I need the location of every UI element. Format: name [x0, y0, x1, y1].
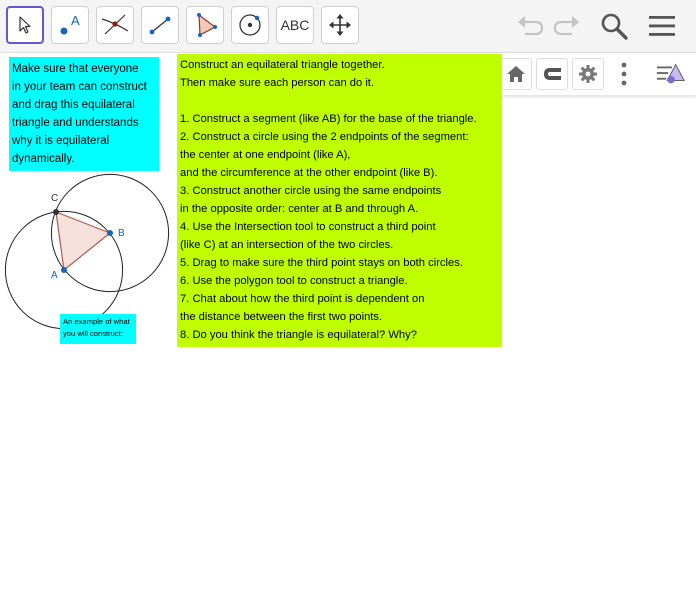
point-a[interactable]: [61, 267, 67, 273]
arrow-cursor-icon: [19, 16, 31, 34]
instruction-line: (like C) at an intersection of the two c…: [180, 239, 394, 251]
point-a-label: A: [51, 270, 58, 281]
team-note-line: why it is equilateral: [12, 135, 110, 147]
graphics-settings-button[interactable]: [572, 58, 604, 90]
instruction-line: 8. Do you think the triangle is equilate…: [180, 329, 417, 341]
toolbar: A ABC: [0, 0, 696, 53]
point-b-label: B: [118, 228, 125, 239]
instructions-text[interactable]: Construct an equilateral triangle togeth…: [177, 54, 502, 347]
undo-button[interactable]: [512, 8, 548, 44]
polygon-icon: [197, 13, 217, 37]
text-tool-button[interactable]: ABC: [276, 6, 314, 44]
intersect-tool-button[interactable]: [96, 6, 134, 44]
view-toggle-button[interactable]: [655, 58, 687, 90]
undo-icon: [518, 16, 544, 36]
gear-icon: [579, 65, 597, 83]
instruction-line: 1. Construct a segment (like AB) for the…: [180, 113, 477, 125]
more-options-button[interactable]: [608, 58, 640, 90]
team-note-line: triangle and understands: [12, 117, 139, 129]
move-graphics-view-icon: [329, 14, 351, 36]
team-note-line: in your team can construct: [12, 81, 147, 93]
example-caption-line: you will construct:: [63, 329, 123, 338]
more-vert-icon: [621, 62, 627, 86]
point-c-label: C: [51, 193, 58, 204]
equilateral-triangle[interactable]: [55, 211, 112, 272]
instruction-line: 6. Use the polygon tool to construct a t…: [180, 275, 408, 287]
instruction-line: in the opposite order: center at B and t…: [180, 203, 419, 215]
search-icon: [601, 13, 628, 40]
point-icon: A: [60, 13, 80, 35]
instruction-line: [180, 92, 499, 110]
circle-tool-button[interactable]: [231, 6, 269, 44]
move-graphics-view-button[interactable]: [321, 6, 359, 44]
instruction-line: and the circumference at the other endpo…: [180, 167, 438, 179]
instruction-line: 4. Use the Intersection tool to construc…: [180, 221, 436, 233]
redo-icon: [553, 16, 579, 36]
move-tool-button[interactable]: [6, 6, 44, 44]
point-capturing-button[interactable]: [536, 58, 568, 90]
magnet-icon: [544, 68, 561, 80]
menu-icon: [649, 16, 675, 36]
team-note-line: and drag this equilateral: [12, 99, 135, 111]
point-tool-letter: A: [71, 13, 80, 28]
instruction-line: Then make sure each person can do it.: [180, 77, 375, 89]
team-note-line: Make sure that everyone: [12, 63, 139, 75]
main-menu-button[interactable]: [644, 8, 680, 44]
point-c[interactable]: [53, 209, 59, 215]
instruction-line: the distance between the first two point…: [180, 311, 383, 323]
instruction-line: the center at one endpoint (like A),: [180, 149, 351, 161]
polygon-tool-button[interactable]: [186, 6, 224, 44]
segment-icon: [149, 16, 171, 35]
standard-view-button[interactable]: [500, 58, 532, 90]
example-caption-line: An example of what: [63, 317, 130, 326]
search-button[interactable]: [596, 8, 632, 44]
team-note-line: dynamically.: [12, 153, 75, 165]
instruction-line: 7. Chat about how the third point is dep…: [180, 293, 425, 305]
redo-button[interactable]: [549, 8, 585, 44]
team-note[interactable]: Make sure that everyone in your team can…: [9, 57, 159, 171]
instruction-line: 5. Drag to make sure the third point sta…: [180, 257, 463, 269]
instruction-line: 3. Construct another circle using the sa…: [180, 185, 442, 197]
circle-center-point-icon: [239, 14, 261, 36]
instruction-line: Construct an equilateral triangle togeth…: [180, 59, 385, 71]
view-toggle-icon: [656, 63, 685, 84]
text-tool-label: ABC: [280, 17, 310, 33]
instruction-line: 2. Construct a circle using the 2 endpoi…: [180, 131, 469, 143]
example-caption[interactable]: An example of what you will construct:: [60, 314, 136, 344]
point-tool-button[interactable]: A: [51, 6, 89, 44]
intersect-icon: [101, 14, 129, 35]
segment-tool-button[interactable]: [141, 6, 179, 44]
point-b[interactable]: [107, 230, 113, 236]
home-icon: [507, 66, 525, 82]
